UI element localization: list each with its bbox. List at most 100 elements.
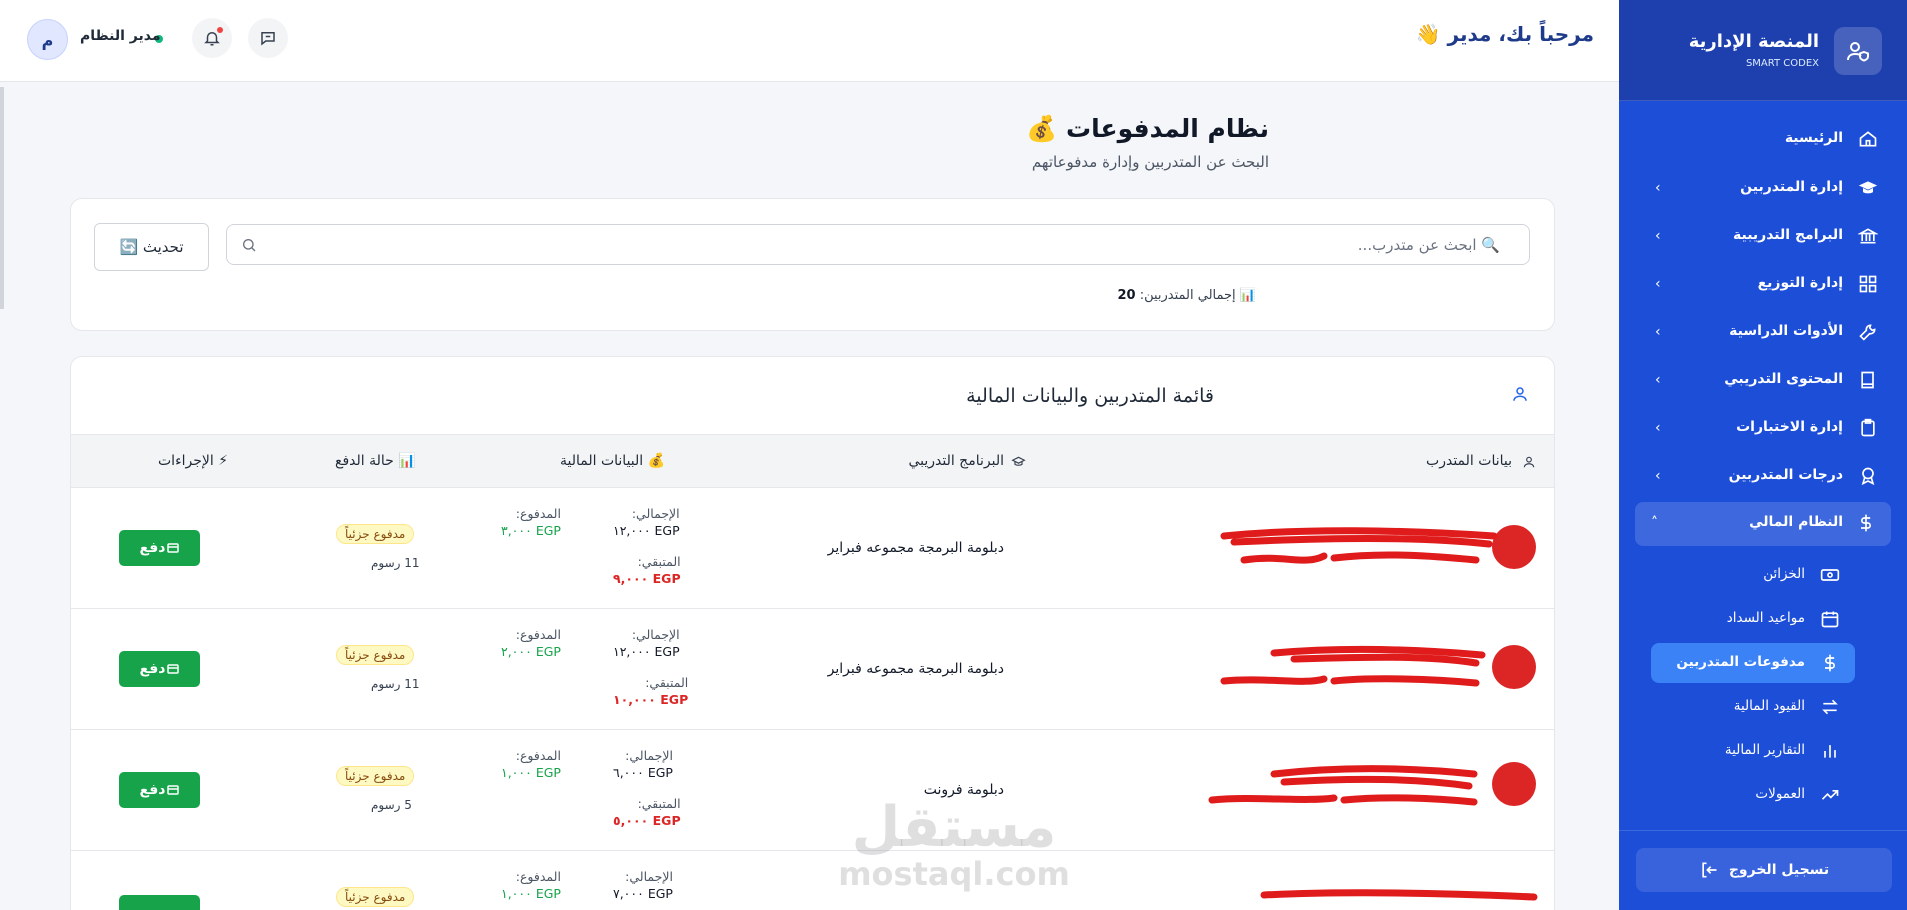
col-actions: ⚡ الإجراءات (158, 453, 229, 469)
sidebar-item-finance[interactable]: النظام المالي ˄ (1635, 502, 1891, 546)
scrollbar[interactable] (0, 87, 4, 309)
paid-value: EGP ٣,٠٠٠ (501, 523, 561, 538)
total-amount: الإجمالي: EGP ٧,٠٠٠ (613, 869, 673, 901)
sidebar-item-study-tools[interactable]: الأدوات الدراسية ‹ (1619, 311, 1907, 355)
list-title: قائمة المتدربين والبيانات المالية (966, 385, 1214, 407)
table-row: دبلومة البرمجة مجموعه فبراير الإجمالي: EG… (71, 488, 1554, 609)
banknote-icon (1820, 569, 1840, 581)
sidebar-subitem-trainee-payments[interactable]: مدفوعات المتدربين (1651, 643, 1855, 683)
status-badge: مدفوع جزئياً (336, 645, 415, 665)
sidebar-item-grades[interactable]: درجات المتدربين ‹ (1619, 455, 1907, 499)
sidebar-item-programs[interactable]: البرامج التدريبية ‹ (1619, 215, 1907, 259)
sidebar-header: المنصة الإدارية SMART CODEX (1619, 0, 1907, 101)
sidebar-subitem-journal-entries[interactable]: القيود المالية (1651, 687, 1855, 727)
card-icon (167, 785, 180, 795)
logout-label: تسجيل الخروج (1728, 862, 1830, 878)
sidebar-subitem-label: العمولات (1755, 786, 1805, 802)
chat-icon (261, 32, 275, 46)
sidebar-subitem-treasuries[interactable]: الخزائن (1651, 555, 1855, 595)
sidebar-item-label: البرامج التدريبية (1732, 227, 1843, 243)
messages-button[interactable] (248, 18, 288, 58)
pay-label: دفع (139, 782, 166, 798)
status-badge: مدفوع جزئياً (336, 887, 415, 907)
avatar[interactable]: م (27, 19, 68, 60)
redacted-trainee-info (1220, 525, 1536, 569)
total-trainees-label: 📊 إجمالي المتدربين: (1139, 288, 1256, 303)
chevron-left-icon: ‹ (1655, 324, 1661, 340)
person-icon (1523, 456, 1535, 468)
remaining-value: EGP ٩,٠٠٠ (613, 571, 681, 586)
paid-label: المدفوع: (515, 748, 561, 763)
paid-label: المدفوع: (515, 869, 561, 884)
total-value: EGP ٦,٠٠٠ (613, 765, 673, 780)
chevron-left-icon: ‹ (1655, 372, 1661, 388)
grid-icon (1859, 275, 1877, 293)
pay-button[interactable]: دفع (119, 530, 200, 566)
pay-label: دفع (139, 661, 166, 677)
search-input[interactable] (275, 225, 1500, 264)
sidebar-subitem-payment-schedules[interactable]: مواعيد السداد (1651, 599, 1855, 639)
col-program: البرنامج التدريبي (908, 453, 1004, 469)
sidebar-subitem-label: التقارير المالية (1724, 742, 1805, 758)
admin-name: مدير النظام (80, 28, 161, 44)
sidebar-subitem-label: مواعيد السداد (1726, 610, 1805, 626)
total-amount: الإجمالي: EGP ١٢,٠٠٠ (613, 506, 680, 538)
remaining-amount: المتبقي: EGP ٥,٠٠٠ (613, 796, 681, 828)
pay-button[interactable]: دفع (119, 772, 200, 808)
calendar-icon (1821, 611, 1839, 628)
paid-label: المدفوع: (515, 627, 561, 642)
sidebar-item-distribution[interactable]: إدارة التوزيع ‹ (1619, 263, 1907, 307)
total-label: الإجمالي: (625, 748, 673, 763)
fees-count: 11 رسوم (371, 677, 420, 691)
sidebar-item-label: إدارة المتدربين (1740, 179, 1843, 195)
page-subtitle: البحث عن المتدربين وإدارة مدفوعاتهم (1031, 153, 1269, 171)
table-row: الإجمالي: EGP ٧,٠٠٠ المدفوع: EGP ١,٠٠٠ مدف… (71, 851, 1554, 910)
refresh-button[interactable]: 🔄 تحديث (94, 223, 209, 271)
paid-label: المدفوع: (515, 506, 561, 521)
paid-amount: المدفوع: EGP ٣,٠٠٠ (501, 506, 561, 538)
fees-count: 11 رسوم (371, 556, 420, 570)
sidebar-item-label: النظام المالي (1749, 514, 1843, 530)
col-status: 📊 حالة الدفع (335, 453, 416, 469)
graduation-cap-icon (1858, 181, 1878, 194)
sidebar-item-trainees[interactable]: إدارة المتدربين ‹ (1619, 167, 1907, 211)
paid-amount: المدفوع: EGP ٢,٠٠٠ (501, 627, 561, 659)
sidebar-subitem-label: الخزائن (1763, 566, 1805, 582)
total-value: EGP ١٢,٠٠٠ (613, 523, 680, 538)
redacted-trainee-info (1208, 762, 1536, 806)
sidebar-subitem-financial-reports[interactable]: التقارير المالية (1651, 731, 1855, 771)
sidebar-subtitle: SMART CODEX (1745, 58, 1819, 69)
paid-amount: المدفوع: EGP ١,٠٠٠ (501, 748, 561, 780)
sidebar: المنصة الإدارية SMART CODEX الرئيسية إدا… (1619, 0, 1907, 910)
notifications-button[interactable] (192, 18, 232, 58)
remaining-value: EGP ٥,٠٠٠ (613, 813, 681, 828)
paid-value: EGP ٢,٠٠٠ (501, 644, 561, 659)
dollar-icon (1825, 654, 1835, 672)
sidebar-subitem-label: مدفوعات المتدربين (1676, 654, 1805, 670)
sidebar-item-exams[interactable]: إدارة الاختبارات ‹ (1619, 407, 1907, 451)
remaining-label: المتبقي: (645, 675, 689, 690)
sidebar-item-label: الأدوات الدراسية (1729, 323, 1843, 339)
pay-button[interactable] (119, 895, 200, 910)
sidebar-item-home[interactable]: الرئيسية (1619, 118, 1907, 162)
pay-button[interactable]: دفع (119, 651, 200, 687)
sidebar-title: المنصة الإدارية (1688, 31, 1819, 52)
logout-button[interactable]: تسجيل الخروج (1636, 848, 1892, 892)
sidebar-item-label: المحتوى التدريبي (1724, 371, 1843, 387)
sidebar-item-label: إدارة التوزيع (1757, 275, 1843, 291)
sidebar-item-label: درجات المتدربين (1728, 467, 1843, 483)
dollar-icon (1861, 514, 1871, 532)
sidebar-subitem-commissions[interactable]: العمولات (1651, 775, 1855, 815)
chevron-left-icon: ‹ (1655, 180, 1661, 196)
sidebar-item-content[interactable]: المحتوى التدريبي ‹ (1619, 359, 1907, 403)
main-area: مرحباً بك، مدير 👋 مدير النظام م نظام الم… (0, 0, 1619, 910)
home-icon (1859, 131, 1877, 147)
remaining-label: المتبقي: (637, 796, 681, 811)
total-value: EGP ٧,٠٠٠ (613, 886, 673, 901)
chevron-up-icon: ˄ (1651, 515, 1658, 531)
watermark-latin: mostaql.com (838, 855, 1070, 893)
status-badge: مدفوع جزئياً (336, 766, 415, 786)
chevron-left-icon: ‹ (1655, 468, 1661, 484)
paid-value: EGP ١,٠٠٠ (501, 886, 561, 901)
top-bar: مرحباً بك، مدير 👋 مدير النظام م (0, 0, 1619, 82)
